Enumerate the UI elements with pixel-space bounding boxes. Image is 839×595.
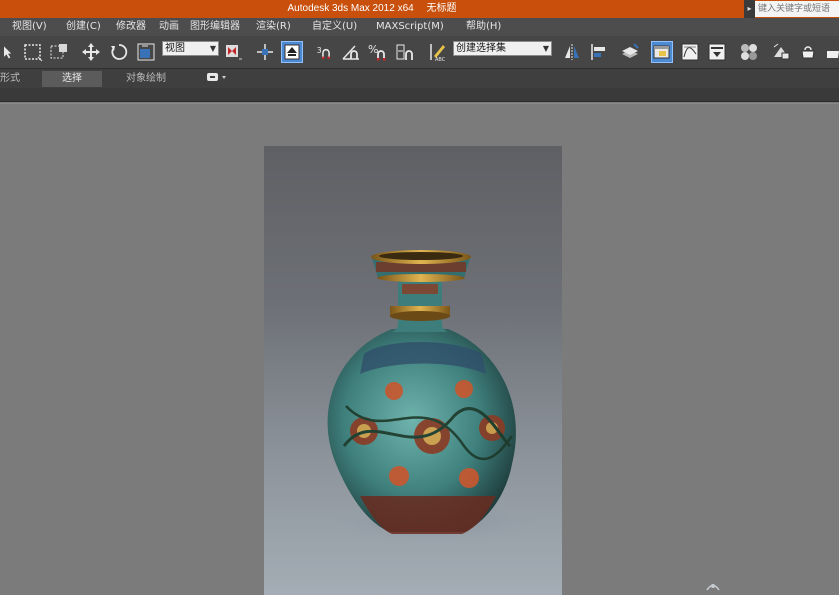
menu-rendering[interactable]: 渲染(R) (256, 18, 291, 36)
menu-view[interactable]: 视图(V) (12, 18, 47, 36)
layer-manager-icon[interactable] (619, 41, 641, 63)
graphite-modeling-tools-icon[interactable] (651, 41, 673, 63)
help-search-input[interactable] (755, 1, 839, 17)
menu-maxscript[interactable]: MAXScript(M) (376, 18, 444, 36)
ribbon-panel-strip (0, 88, 839, 102)
menu-bar: 视图(V) 创建(C) 修改器 动画 图形编辑器 渲染(R) 自定义(U) MA… (0, 18, 839, 36)
keyboard-shortcut-override-icon[interactable] (281, 41, 303, 63)
scale-icon[interactable] (135, 41, 157, 63)
tab-freeform[interactable]: 形式 (0, 71, 26, 87)
chevron-down-icon: ▼ (209, 44, 216, 53)
rotate-icon[interactable] (108, 41, 130, 63)
reference-coordinate-value: 视图 (165, 43, 185, 54)
snaps-toggle-icon[interactable]: 3 (313, 41, 339, 63)
vase-photo (264, 146, 562, 595)
search-expand-icon[interactable]: ▸ (744, 0, 755, 18)
window-crossing-icon[interactable] (48, 41, 70, 63)
title-bar: Autodesk 3ds Max 2012 x64 无标题 ▸ (0, 0, 839, 18)
app-title: Autodesk 3ds Max 2012 x64 (287, 3, 414, 14)
menu-create[interactable]: 创建(C) (66, 18, 101, 36)
menu-help[interactable]: 帮助(H) (466, 18, 501, 36)
menu-graph-editors[interactable]: 图形编辑器 (190, 18, 240, 36)
tab-object-paint[interactable]: 对象绘制 (126, 71, 186, 87)
document-title: 无标题 (426, 3, 457, 14)
render-setup-icon[interactable] (770, 41, 792, 63)
percent-label: % (368, 43, 378, 56)
ribbon-options-icon[interactable] (206, 71, 230, 87)
window-title: Autodesk 3ds Max 2012 x64 无标题 (0, 0, 744, 18)
reference-coordinate-dropdown[interactable]: 视图 ▼ (162, 41, 219, 56)
rendered-frame-window-icon[interactable] (797, 41, 819, 63)
snap-label: 3 (317, 46, 322, 55)
named-selection-set-value: 创建选择集 (456, 43, 506, 54)
cloisonne-vase-icon (324, 250, 544, 543)
menu-animation[interactable]: 动画 (159, 18, 179, 36)
mirror-icon[interactable] (561, 41, 583, 63)
svg-text:ABC: ABC (435, 57, 446, 62)
named-selection-set-dropdown[interactable]: 创建选择集 ▼ (453, 41, 552, 56)
main-toolbar: 视图 ▼ 3 % ABC 创建选择集 ▼ (0, 36, 839, 69)
material-editor-icon[interactable] (738, 41, 760, 63)
spinner-snap-icon[interactable] (394, 41, 416, 63)
menu-modifiers[interactable]: 修改器 (116, 18, 146, 36)
rectangular-selection-icon[interactable] (22, 41, 44, 63)
menu-customize[interactable]: 自定义(U) (312, 18, 357, 36)
edit-named-selection-icon[interactable]: ABC (426, 41, 448, 63)
move-icon[interactable] (80, 41, 102, 63)
select-object-icon[interactable] (0, 41, 16, 63)
graphite-ribbon: 形式 选择 对象绘制 (0, 69, 839, 88)
tab-selection[interactable]: 选择 (42, 71, 102, 87)
chevron-down-icon: ▼ (542, 44, 549, 53)
select-manipulate-icon[interactable] (254, 41, 276, 63)
align-icon[interactable] (588, 41, 610, 63)
render-production-icon[interactable] (824, 41, 839, 63)
schematic-view-icon[interactable] (706, 41, 728, 63)
pivot-center-icon[interactable] (222, 41, 244, 63)
curve-editor-icon[interactable] (679, 41, 701, 63)
angle-snap-icon[interactable] (340, 41, 362, 63)
watermark-icon (706, 584, 720, 591)
percent-snap-icon[interactable]: % (367, 41, 389, 63)
